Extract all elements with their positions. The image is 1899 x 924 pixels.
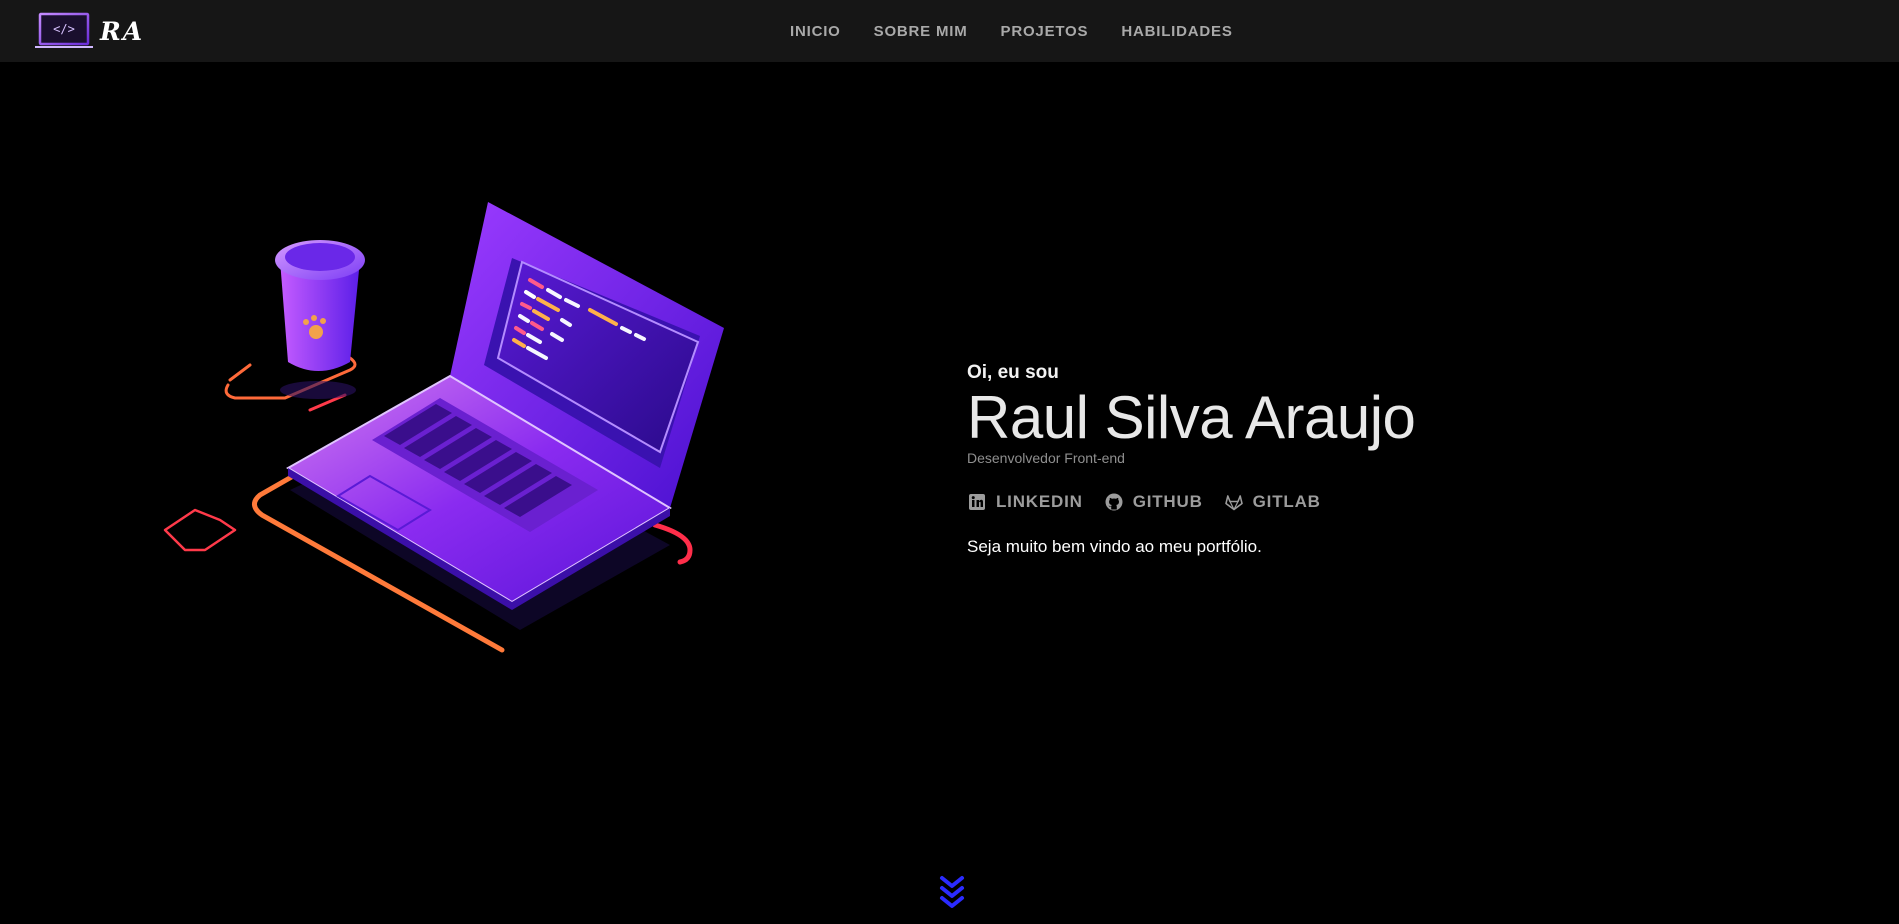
hero-name: Raul Silva Araujo — [967, 384, 1416, 451]
linkedin-link[interactable]: LINKEDIN — [967, 492, 1083, 512]
greeting: Oi, eu sou — [967, 362, 1059, 383]
nav-link-sobre-mim[interactable]: SOBRE MIM — [874, 23, 968, 40]
navbar: </> RA INICIO SOBRE MIM PROJETOS HABILID… — [0, 0, 1899, 62]
logo-mark: </> — [53, 22, 75, 36]
logo-text: RA — [100, 16, 145, 46]
laptop-coffee-illustration — [150, 190, 750, 660]
welcome-text: Seja muito bem vindo ao meu portfólio. — [967, 537, 1262, 556]
gitlab-icon — [1224, 492, 1244, 512]
chevrons-down-icon — [940, 876, 964, 908]
github-link[interactable]: GITHUB — [1104, 492, 1203, 512]
hero-intro: Oi, eu sou Raul Silva Araujo Desenvolved… — [967, 360, 1567, 557]
scroll-down-button[interactable] — [938, 874, 966, 914]
laptop-code-icon: </> — [34, 12, 94, 50]
brand-logo[interactable]: </> RA — [34, 11, 144, 51]
github-label: GITHUB — [1132, 492, 1203, 511]
linkedin-label: LINKEDIN — [996, 492, 1083, 511]
social-links: LINKEDIN GITHUB GITLAB — [967, 492, 1567, 512]
nav-link-habilidades[interactable]: HABILIDADES — [1121, 23, 1232, 40]
gitlab-link[interactable]: GITLAB — [1224, 492, 1321, 512]
github-icon — [1104, 492, 1124, 512]
main-nav: INICIO SOBRE MIM PROJETOS HABILIDADES — [790, 0, 1266, 62]
hero-role: Desenvolvedor Front-end — [967, 450, 1125, 466]
nav-link-projetos[interactable]: PROJETOS — [1001, 23, 1089, 40]
nav-link-inicio[interactable]: INICIO — [790, 23, 841, 40]
gitlab-label: GITLAB — [1252, 492, 1321, 511]
linkedin-icon — [967, 492, 987, 512]
